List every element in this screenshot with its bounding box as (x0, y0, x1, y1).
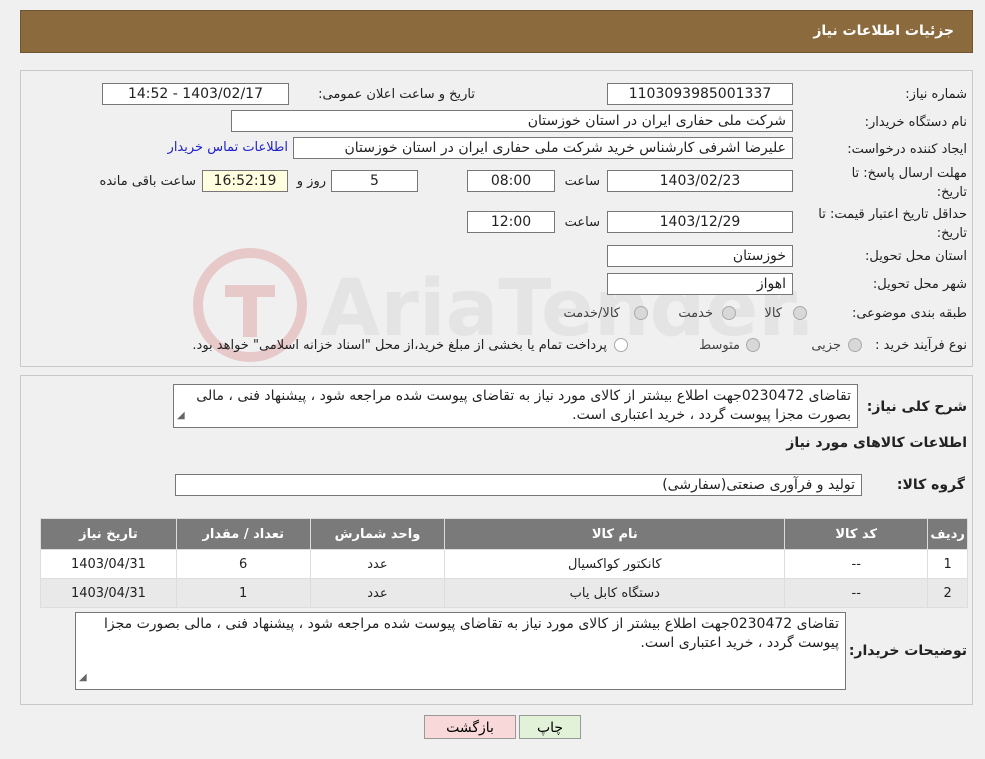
announce-field: 1403/02/17 - 14:52 (102, 83, 289, 105)
table-row: 1 -- کانکتور کواکسیال عدد 6 1403/04/31 (40, 549, 968, 579)
deadline-label: مهلت ارسال پاسخ: تا تاریخ: (851, 166, 967, 200)
col-need-date: تاریخ نیاز (40, 518, 177, 550)
radio-category-goods-label: کالا (764, 306, 782, 321)
process-label: نوع فرآیند خرید : (875, 338, 967, 353)
buyer-contact-link[interactable]: اطلاعات تماس خریدار (168, 140, 288, 155)
deadline-time-label: ساعت (564, 174, 600, 189)
province-field: خوزستان (607, 245, 793, 267)
validity-date-field: 1403/12/29 (607, 211, 793, 233)
table-row: 2 -- دستگاه کابل یاب عدد 1 1403/04/31 (40, 578, 968, 608)
description-label: شرح کلی نیاز: (866, 399, 967, 415)
requester-field: علیرضا اشرفی کارشناس خرید شرکت ملی حفاری… (293, 137, 793, 159)
deadline-date-field: 1403/02/23 (607, 170, 793, 192)
col-row-number: ردیف (927, 518, 968, 550)
radio-category-service[interactable] (722, 306, 736, 320)
need-number-field: 1103093985001337 (607, 83, 793, 105)
radio-process-minor-label: جزیی (811, 338, 841, 353)
remaining-time-field: 16:52:19 (202, 170, 288, 192)
goods-group-field: تولید و فرآوری صنعتی(سفارشی) (175, 474, 862, 496)
requester-label: ایجاد کننده درخواست: (847, 142, 967, 157)
need-number-label: شماره نیاز: (905, 87, 967, 102)
resize-grip-icon[interactable]: ◢ (79, 668, 87, 687)
back-button[interactable]: بازگشت (424, 715, 516, 739)
category-label: طبقه بندی موضوعی: (851, 306, 967, 321)
days-field: 5 (331, 170, 418, 192)
radio-category-both-label: کالا/خدمت (563, 306, 620, 321)
radio-process-treasury[interactable] (614, 338, 628, 352)
buyer-notes-label: توضیحات خریدار: (848, 643, 967, 659)
validity-time-field: 12:00 (467, 211, 555, 233)
col-quantity: تعداد / مقدار (175, 518, 311, 550)
buyer-org-label: نام دستگاه خریدار: (864, 115, 967, 130)
page-header: جزئیات اطلاعات نیاز (20, 10, 973, 53)
radio-category-goods[interactable] (793, 306, 807, 320)
province-label: استان محل تحویل: (865, 249, 967, 264)
city-label: شهر محل تحویل: (872, 277, 967, 292)
radio-process-medium-label: متوسط (699, 338, 740, 353)
city-field: اهواز (607, 273, 793, 295)
validity-time-label: ساعت (564, 215, 600, 230)
deadline-time-field: 08:00 (467, 170, 555, 192)
print-button[interactable]: چاپ (519, 715, 581, 739)
col-item-name: نام کالا (444, 518, 786, 550)
remaining-label: ساعت باقی مانده (99, 174, 196, 189)
validity-label: حداقل تاریخ اعتبار قیمت: تا تاریخ: (818, 207, 967, 241)
resize-grip-icon[interactable]: ◢ (177, 406, 185, 425)
goods-group-label: گروه کالا: (896, 477, 965, 493)
process-note: پرداخت تمام یا بخشی از مبلغ خرید،از محل … (192, 338, 607, 353)
goods-table: ردیف کد کالا نام کالا واحد شمارش تعداد /… (40, 518, 968, 608)
goods-section-title: اطلاعات کالاهای مورد نیاز (786, 435, 967, 451)
announce-label: تاریخ و ساعت اعلان عمومی: (318, 87, 475, 102)
radio-category-service-label: خدمت (678, 306, 713, 321)
col-unit: واحد شمارش (309, 518, 446, 550)
table-header-row: ردیف کد کالا نام کالا واحد شمارش تعداد /… (40, 518, 968, 550)
buyer-notes-textarea[interactable]: تقاضای 0230472جهت اطلاع بیشتر از کالای م… (75, 612, 846, 690)
radio-process-medium[interactable] (746, 338, 760, 352)
col-item-code: کد کالا (784, 518, 929, 550)
days-label: روز و (296, 174, 326, 189)
buyer-org-field: شرکت ملی حفاری ایران در استان خوزستان (231, 110, 793, 132)
description-textarea[interactable]: تقاضای 0230472جهت اطلاع بیشتر از کالای م… (173, 384, 858, 428)
page-title: جزئیات اطلاعات نیاز (813, 23, 954, 39)
radio-category-both[interactable] (634, 306, 648, 320)
radio-process-minor[interactable] (848, 338, 862, 352)
